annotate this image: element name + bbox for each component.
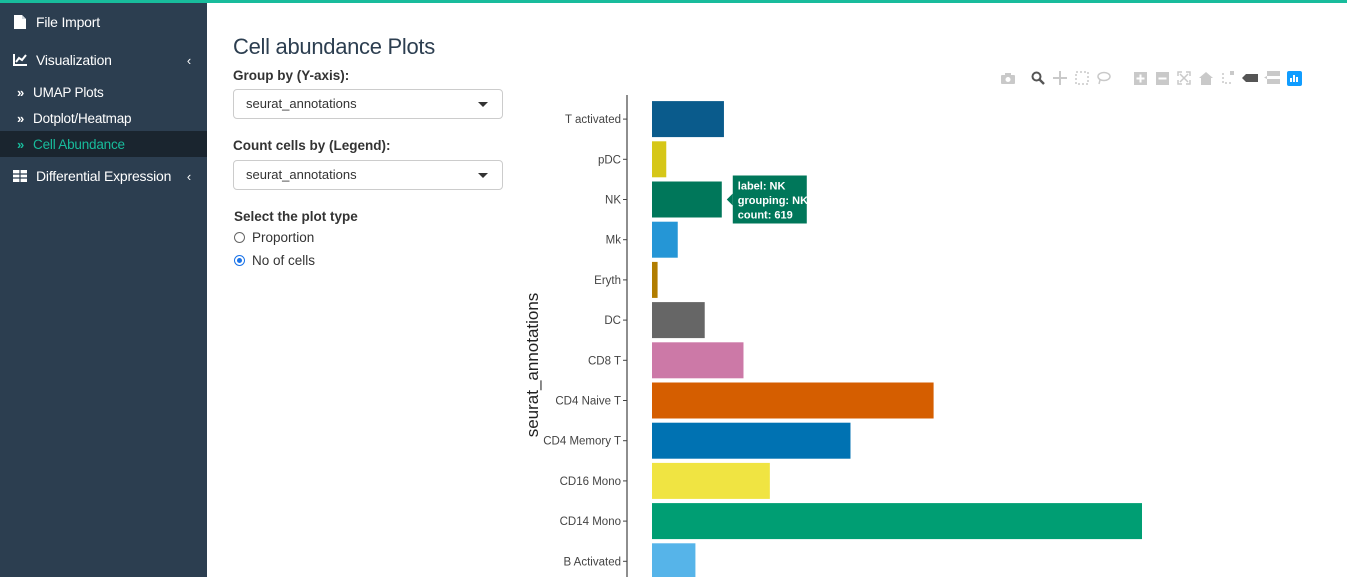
main-content: Cell abundance Plots Group by (Y-axis): …	[207, 3, 1347, 577]
bar-nk[interactable]	[652, 181, 722, 218]
double-chevron-right-icon: »	[17, 84, 25, 100]
caret-down-icon	[478, 173, 488, 178]
sidebar-subitem-label: UMAP Plots	[33, 84, 104, 100]
bar-dc[interactable]	[652, 302, 705, 339]
sidebar-subitem-cell-abundance[interactable]: » Cell Abundance	[0, 131, 207, 157]
group-by-label: Group by (Y-axis):	[233, 68, 350, 83]
sidebar-item-label: Differential Expression	[36, 168, 172, 184]
caret-down-icon	[478, 102, 488, 107]
sidebar-item-label: File Import	[36, 14, 100, 30]
bar-b-activated[interactable]	[652, 543, 696, 577]
sidebar-subitem-umap-plots[interactable]: » UMAP Plots	[0, 79, 207, 105]
chevron-left-icon: ‹	[186, 169, 191, 184]
tooltip-line: grouping: NK	[738, 195, 808, 207]
count-by-label: Count cells by (Legend):	[233, 138, 391, 153]
chevron-left-icon: ‹	[186, 53, 191, 68]
double-chevron-right-icon: »	[17, 110, 25, 126]
radio-label: No of cells	[252, 253, 316, 268]
sidebar-subitem-dotplot-heatmap[interactable]: » Dotplot/Heatmap	[0, 105, 207, 131]
sidebar: File Import Visualization ‹ » UMAP Plots…	[0, 3, 207, 577]
bar-eryth[interactable]	[652, 261, 658, 298]
bar-cd16-mono[interactable]	[652, 462, 770, 499]
double-chevron-right-icon: »	[17, 136, 25, 152]
bar-cd4-naive-t[interactable]	[652, 382, 934, 419]
sidebar-item-label: Visualization	[36, 52, 112, 68]
y-tick-label: NK	[605, 195, 621, 207]
bar-chart: seurat_annotations T activated pDC NK Mk Eryt…	[523, 95, 1142, 577]
table-icon	[12, 168, 28, 184]
y-tick-label: B Activated	[563, 556, 621, 568]
y-tick-label: CD4 Memory T	[543, 436, 621, 448]
bar-cd4-memory-t[interactable]	[652, 422, 851, 459]
sidebar-item-visualization[interactable]: Visualization ‹	[0, 47, 207, 73]
y-tick-label: Eryth	[594, 275, 621, 287]
y-tick-label: CD16 Mono	[560, 476, 621, 488]
y-tick-label: DC	[604, 315, 621, 327]
y-tick-label: CD8 T	[588, 355, 621, 367]
radio-button[interactable]	[234, 232, 245, 243]
y-tick-label: CD4 Naive T	[555, 396, 621, 408]
tooltip-pointer	[726, 193, 733, 206]
y-tick-label: pDC	[598, 154, 621, 166]
bar-cd8-t[interactable]	[652, 342, 744, 379]
radio-no-of-cells[interactable]: No of cells	[234, 253, 315, 268]
sidebar-item-file-import[interactable]: File Import	[0, 9, 207, 35]
sidebar-item-differential-expression[interactable]: Differential Expression ‹	[0, 163, 207, 189]
y-tick-label: Mk	[606, 235, 622, 247]
tooltip-line: label: NK	[738, 181, 786, 193]
y-tick-label: T activated	[565, 114, 621, 126]
sidebar-subitem-label: Cell Abundance	[33, 136, 125, 152]
bar-pdc[interactable]	[652, 141, 667, 178]
bar-t-activated[interactable]	[652, 101, 724, 138]
sidebar-subitem-label: Dotplot/Heatmap	[33, 110, 132, 126]
line-chart-icon	[12, 52, 28, 68]
radio-button-selected[interactable]	[234, 255, 245, 266]
radio-label: Proportion	[252, 230, 315, 245]
y-tick-label: CD14 Mono	[560, 516, 621, 528]
count-by-value: seurat_annotations	[246, 167, 357, 182]
group-by-value: seurat_annotations	[246, 96, 357, 111]
group-by-select[interactable]: seurat_annotations	[233, 89, 503, 119]
y-axis-title: seurat_annotations	[523, 293, 542, 438]
radio-proportion[interactable]: Proportion	[234, 230, 314, 245]
bar-cd14-mono[interactable]	[652, 503, 1142, 540]
count-by-select[interactable]: seurat_annotations	[233, 160, 503, 190]
file-icon	[12, 14, 28, 30]
bar-mk[interactable]	[652, 221, 678, 258]
tooltip-line: count: 619	[738, 210, 793, 222]
plot-type-label: Select the plot type	[234, 209, 358, 224]
page-title: Cell abundance Plots	[233, 34, 435, 59]
